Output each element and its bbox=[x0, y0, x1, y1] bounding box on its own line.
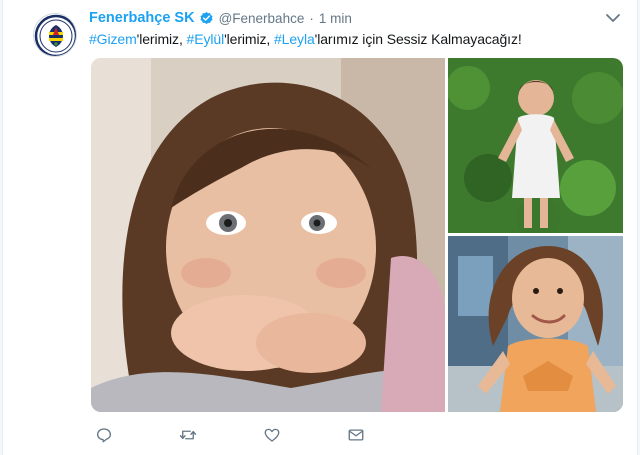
photo-field[interactable] bbox=[448, 58, 623, 233]
hashtag-link[interactable]: #Eylül bbox=[187, 31, 225, 47]
retweet-button[interactable] bbox=[177, 424, 199, 446]
chevron-down-icon[interactable] bbox=[605, 12, 621, 24]
tweet-actions bbox=[93, 424, 393, 446]
photo-indoor[interactable] bbox=[448, 236, 623, 412]
reply-button[interactable] bbox=[93, 424, 115, 446]
photo-main[interactable] bbox=[91, 58, 445, 412]
author-name[interactable]: Fenerbahçe SK bbox=[89, 10, 195, 26]
retweet-icon bbox=[179, 430, 197, 440]
direct-message-button[interactable] bbox=[345, 424, 367, 446]
author-avatar[interactable] bbox=[33, 13, 77, 57]
separator-dot: · bbox=[309, 10, 314, 26]
tweet-timestamp[interactable]: 1 min bbox=[319, 11, 352, 26]
tweet-header: Fenerbahçe SK @Fenerbahce · 1 min bbox=[89, 8, 352, 28]
hashtag-link[interactable]: #Leyla bbox=[274, 31, 315, 47]
reply-icon bbox=[96, 428, 112, 443]
hashtag-link[interactable]: #Gizem bbox=[89, 31, 137, 47]
tweet-card: Fenerbahçe SK @Fenerbahce · 1 min #Gizem… bbox=[2, 0, 638, 455]
heart-icon bbox=[264, 428, 280, 442]
fenerbahce-crest-icon bbox=[34, 14, 76, 56]
like-button[interactable] bbox=[261, 424, 283, 446]
author-handle[interactable]: @Fenerbahce bbox=[219, 11, 305, 26]
envelope-icon bbox=[348, 429, 364, 441]
tweet-text-segment: 'lerimiz, bbox=[136, 31, 187, 47]
verified-badge-icon bbox=[199, 11, 214, 26]
tweet-media-grid bbox=[91, 58, 623, 412]
tweet-text-segment: 'lerimiz, bbox=[224, 31, 274, 47]
tweet-text-segment: 'larımız için Sessiz Kalmayacağız! bbox=[314, 31, 522, 47]
tweet-text: #Gizem'lerimiz, #Eylül'lerimiz, #Leyla'l… bbox=[89, 31, 522, 47]
